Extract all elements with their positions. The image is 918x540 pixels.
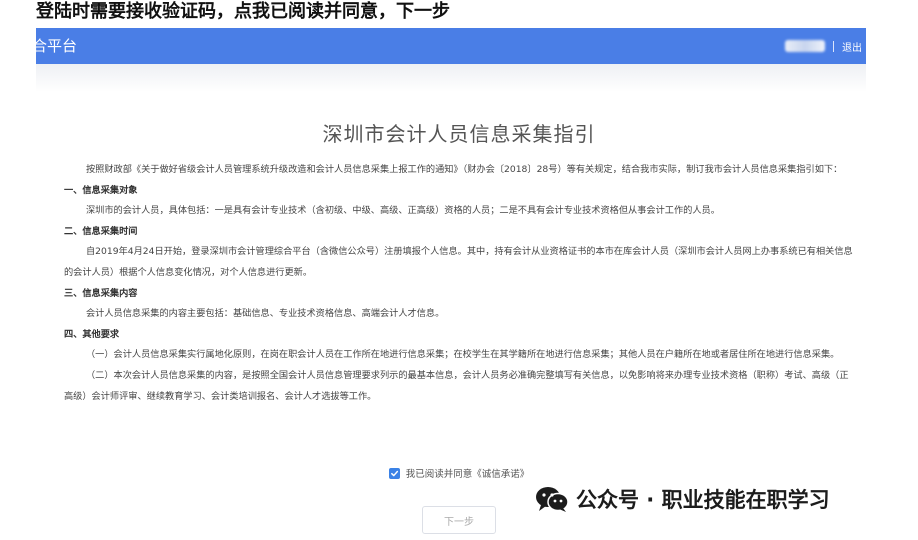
watermark-text: 公众号 · 职业技能在职学习 <box>576 488 830 512</box>
agree-checkbox[interactable] <box>388 467 400 479</box>
screenshot-caption: 登陆时需要接收验证码，点我已阅读并同意，下一步 <box>36 1 450 22</box>
checkmark-icon <box>390 470 398 476</box>
next-step-button[interactable]: 下一步 <box>422 506 496 534</box>
wechat-watermark: 公众号 · 职业技能在职学习 <box>535 484 830 514</box>
logout-link[interactable]: 退出 <box>842 39 862 54</box>
section-2-text: 自2019年4月24日开始，登录深圳市会计管理综合平台（含微信公众号）注册填报个… <box>64 246 853 278</box>
wechat-icon <box>536 487 569 512</box>
platform-brand: 合平台 <box>32 37 78 55</box>
blurred-username[interactable] <box>785 40 825 52</box>
page-title: 深圳市会计人员信息采集指引 <box>322 122 596 146</box>
section-heading-3: 三、信息采集内容 <box>64 287 138 299</box>
header-shadow <box>36 64 866 92</box>
guideline-content: 按照财政部《关于做好省级会计人员管理系统升级改造和会计人员信息采集上报工作的通知… <box>64 160 854 407</box>
top-navigation-bar: 合平台 退出 <box>32 28 866 64</box>
section-heading-4: 四、其他要求 <box>64 328 120 340</box>
section-1-text: 深圳市的会计人员，具体包括：一是具有会计专业技术（含初级、中级、高级、正高级）资… <box>86 205 720 217</box>
intro-paragraph: 按照财政部《关于做好省级会计人员管理系统升级改造和会计人员信息采集上报工作的通知… <box>86 164 843 175</box>
section-heading-1: 一、信息采集对象 <box>64 184 138 196</box>
agree-label[interactable]: 我已阅读并同意《诚信承诺》 <box>406 466 530 480</box>
agreement-row: 我已阅读并同意《诚信承诺》 <box>0 466 918 480</box>
user-area: 退出 <box>785 28 862 64</box>
section-heading-2: 二、信息采集时间 <box>64 225 138 237</box>
section-4-text-1: （一）会计人员信息采集实行属地化原则，在岗在职会计人员在工作所在地进行信息采集；… <box>86 349 840 361</box>
section-4-text-2: （二）本次会计人员信息采集的内容，是按照全国会计人员信息管理要求列示的最基本信息… <box>64 369 849 402</box>
header-divider <box>833 40 834 52</box>
section-3-text: 会计人员信息采集的内容主要包括：基础信息、专业技术资格信息、高端会计人才信息。 <box>86 308 445 320</box>
